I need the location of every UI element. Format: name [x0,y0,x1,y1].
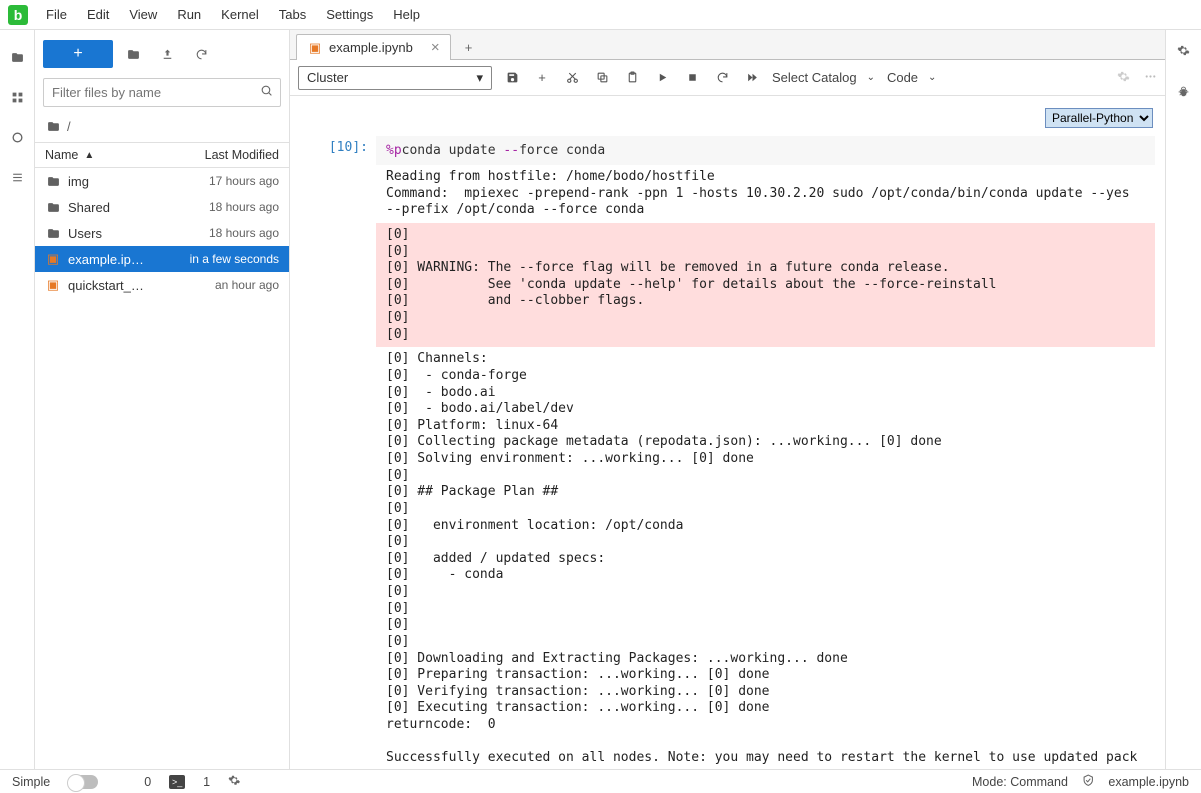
status-bar: Simple 0 >_ 1 Mode: Command example.ipyn… [0,769,1201,793]
file-list: img 17 hours ago Shared 18 hours ago Users 18… [35,168,289,769]
notebook-icon: ▣ [45,277,61,293]
breadcrumb[interactable]: / [35,115,289,142]
debug-icon[interactable] [1177,86,1190,102]
folder-icon [45,227,61,240]
document-area: ▣ example.ipynb × + Cluster ▾ + [290,30,1165,769]
running-icon[interactable] [8,88,26,106]
terminal-icon[interactable]: >_ [169,775,185,789]
folder-icon [45,120,61,133]
status-one: 1 [203,775,210,789]
new-launcher-button[interactable]: + [43,40,113,68]
menu-kernel[interactable]: Kernel [211,0,269,29]
output-stderr: [0] [0] [0] WARNING: The --force flag wi… [376,223,1155,347]
run-all-button[interactable] [744,71,760,84]
filter-input[interactable] [43,78,281,107]
code-cell[interactable]: [10]: %pconda update --force conda Readi… [300,132,1155,769]
activity-bar [0,30,35,769]
menu-view[interactable]: View [119,0,167,29]
close-icon[interactable]: × [429,39,442,56]
status-zero: 0 [144,775,151,789]
file-name: img [68,174,89,189]
save-button[interactable] [504,71,520,84]
file-modified: an hour ago [159,278,279,292]
folder-icon [45,175,61,188]
logo-icon: b [8,5,28,25]
status-mode: Mode: Command [972,775,1068,789]
menu-run[interactable]: Run [167,0,211,29]
list-item[interactable]: ▣ quickstart_… an hour ago [35,272,289,298]
kernel-lang-select[interactable]: Parallel-Python [1045,108,1153,128]
chevron-down-icon: ⌄ [867,72,875,83]
upload-button[interactable] [153,40,181,68]
file-name: quickstart_… [68,278,144,293]
chevron-down-icon: ⌄ [928,72,936,83]
output-text: [0] Channels: [0] - conda-forge [0] - bo… [376,347,1155,769]
file-modified: in a few seconds [159,252,279,266]
menu-help[interactable]: Help [383,0,430,29]
input-prompt: [10]: [300,132,376,769]
restart-button[interactable] [714,71,730,84]
copy-button[interactable] [594,71,610,84]
celltype-select[interactable]: Code ⌄ [887,70,936,85]
refresh-button[interactable] [187,40,215,68]
stop-button[interactable] [684,71,700,84]
paste-button[interactable] [624,71,640,84]
property-gear-icon[interactable] [1177,44,1190,60]
menu-bar: b File Edit View Run Kernel Tabs Setting… [0,0,1201,30]
simple-toggle[interactable] [68,775,98,789]
col-modified[interactable]: Last Modified [205,148,279,162]
cut-button[interactable] [564,71,580,84]
list-item[interactable]: img 17 hours ago [35,168,289,194]
code-input[interactable]: %pconda update --force conda [376,136,1155,165]
list-item[interactable]: Users 18 hours ago [35,220,289,246]
gear-icon[interactable] [228,774,241,790]
menu-settings[interactable]: Settings [316,0,383,29]
trusted-icon[interactable] [1082,774,1095,790]
file-list-header: Name ▲ Last Modified [35,142,289,168]
add-tab-button[interactable]: + [457,35,481,59]
kernel-gear-icon[interactable] [1117,70,1130,86]
file-modified: 18 hours ago [159,226,279,240]
list-item[interactable]: ▣ example.ip… in a few seconds [35,246,289,272]
file-name: example.ip… [68,252,144,267]
tab-title: example.ipynb [329,40,413,55]
notebook-icon: ▣ [45,251,61,267]
simple-toggle-label: Simple [12,775,50,789]
notebook-icon: ▣ [307,40,323,56]
toc-icon[interactable] [8,168,26,186]
catalog-select[interactable]: Select Catalog ⌄ [772,70,875,85]
tab-example[interactable]: ▣ example.ipynb × [296,34,451,60]
output-text: Reading from hostfile: /home/bodo/hostfi… [376,165,1155,223]
file-name: Shared [68,200,110,215]
file-browser: + / Name ▲ Last Modified img 17 hours ago S… [35,30,290,769]
cluster-select[interactable]: Cluster ▾ [298,66,492,90]
run-button[interactable] [654,71,670,84]
right-sidebar [1165,30,1201,769]
col-name[interactable]: Name [45,148,78,162]
breadcrumb-path: / [67,119,71,134]
folder-icon[interactable] [8,48,26,66]
file-modified: 18 hours ago [159,200,279,214]
file-name: Users [68,226,102,241]
list-item[interactable]: Shared 18 hours ago [35,194,289,220]
insert-cell-button[interactable]: + [534,70,550,85]
commits-icon[interactable] [8,128,26,146]
menu-file[interactable]: File [36,0,77,29]
cluster-label: Cluster [307,70,348,85]
tab-bar: ▣ example.ipynb × + [290,30,1165,60]
sort-asc-icon: ▲ [84,150,94,161]
notebook-toolbar: Cluster ▾ + Select Catalog ⌄ [290,60,1165,96]
more-icon[interactable] [1144,70,1157,86]
menu-edit[interactable]: Edit [77,0,119,29]
folder-icon [45,201,61,214]
new-folder-button[interactable] [119,40,147,68]
menu-tabs[interactable]: Tabs [269,0,316,29]
status-file: example.ipynb [1108,775,1189,789]
chevron-down-icon: ▾ [476,70,483,86]
file-modified: 17 hours ago [159,174,279,188]
